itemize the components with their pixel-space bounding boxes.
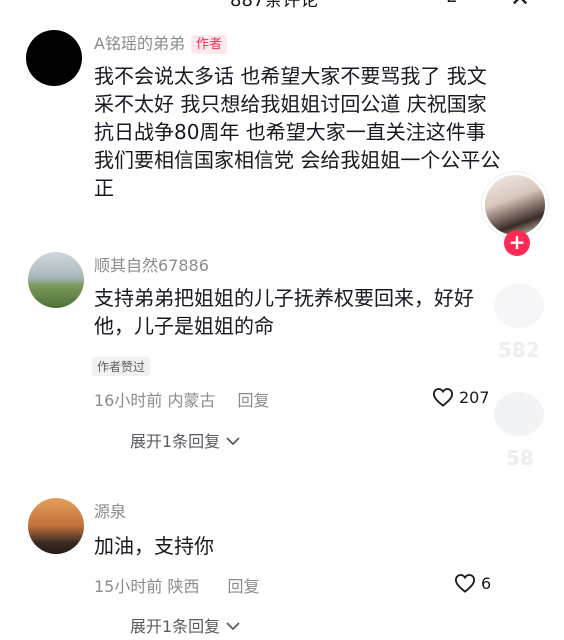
- comment-count-title: 887条评论: [230, 0, 319, 11]
- reply-button[interactable]: 回复: [227, 577, 259, 596]
- chevron-down-icon: [226, 431, 240, 450]
- like-count: 207: [459, 387, 490, 407]
- author-badge: 作者: [190, 35, 227, 54]
- comment-meta: 15小时前 陕西 回复: [94, 573, 259, 597]
- expand-replies-button[interactable]: 展开1条回复: [130, 613, 240, 637]
- sort-icon[interactable]: L: [446, 0, 456, 7]
- heart-icon[interactable]: [432, 387, 454, 407]
- like-button[interactable]: 207: [432, 387, 490, 407]
- comment-text: 支持弟弟把姐姐的儿子抚养权要回来，好好 他，儿子是姐姐的命: [94, 286, 474, 338]
- comment-username[interactable]: 源泉: [94, 498, 126, 522]
- comment-username[interactable]: A铭瑶的弟弟 作者: [94, 30, 227, 54]
- ghost-like-count: 582: [498, 338, 540, 362]
- comment-time-location: 16小时前 内蒙古: [94, 391, 216, 410]
- follow-plus-icon[interactable]: +: [504, 230, 530, 256]
- expand-replies-button[interactable]: 展开1条回复: [130, 428, 240, 452]
- comment-header: 887条评论 L ✕: [0, 0, 564, 12]
- close-icon[interactable]: ✕: [510, 0, 530, 12]
- avatar[interactable]: [28, 498, 84, 554]
- heart-icon[interactable]: [454, 573, 476, 593]
- creator-avatar[interactable]: [482, 172, 548, 238]
- author-liked-badge: 作者赞过: [92, 357, 151, 376]
- comment-time-location: 15小时前 陕西: [94, 577, 200, 596]
- like-button[interactable]: 6: [454, 573, 491, 593]
- comment-username[interactable]: 顺其自然67886: [94, 252, 209, 276]
- chevron-down-icon: [226, 616, 240, 635]
- like-count: 6: [481, 573, 492, 593]
- ghost-comment-bubble-icon: [494, 392, 544, 436]
- avatar[interactable]: [26, 30, 82, 86]
- comment-text: 我不会说太多话 也希望大家不要骂我了 我文 采不太好 我只想给我姐姐讨回公道 庆…: [94, 64, 501, 200]
- ghost-comment-count: 58: [506, 446, 534, 470]
- comment-meta: 16小时前 内蒙古 回复: [94, 387, 269, 411]
- comment-text: 加油，支持你: [94, 534, 214, 558]
- avatar[interactable]: [28, 252, 84, 308]
- reply-button[interactable]: 回复: [237, 391, 269, 410]
